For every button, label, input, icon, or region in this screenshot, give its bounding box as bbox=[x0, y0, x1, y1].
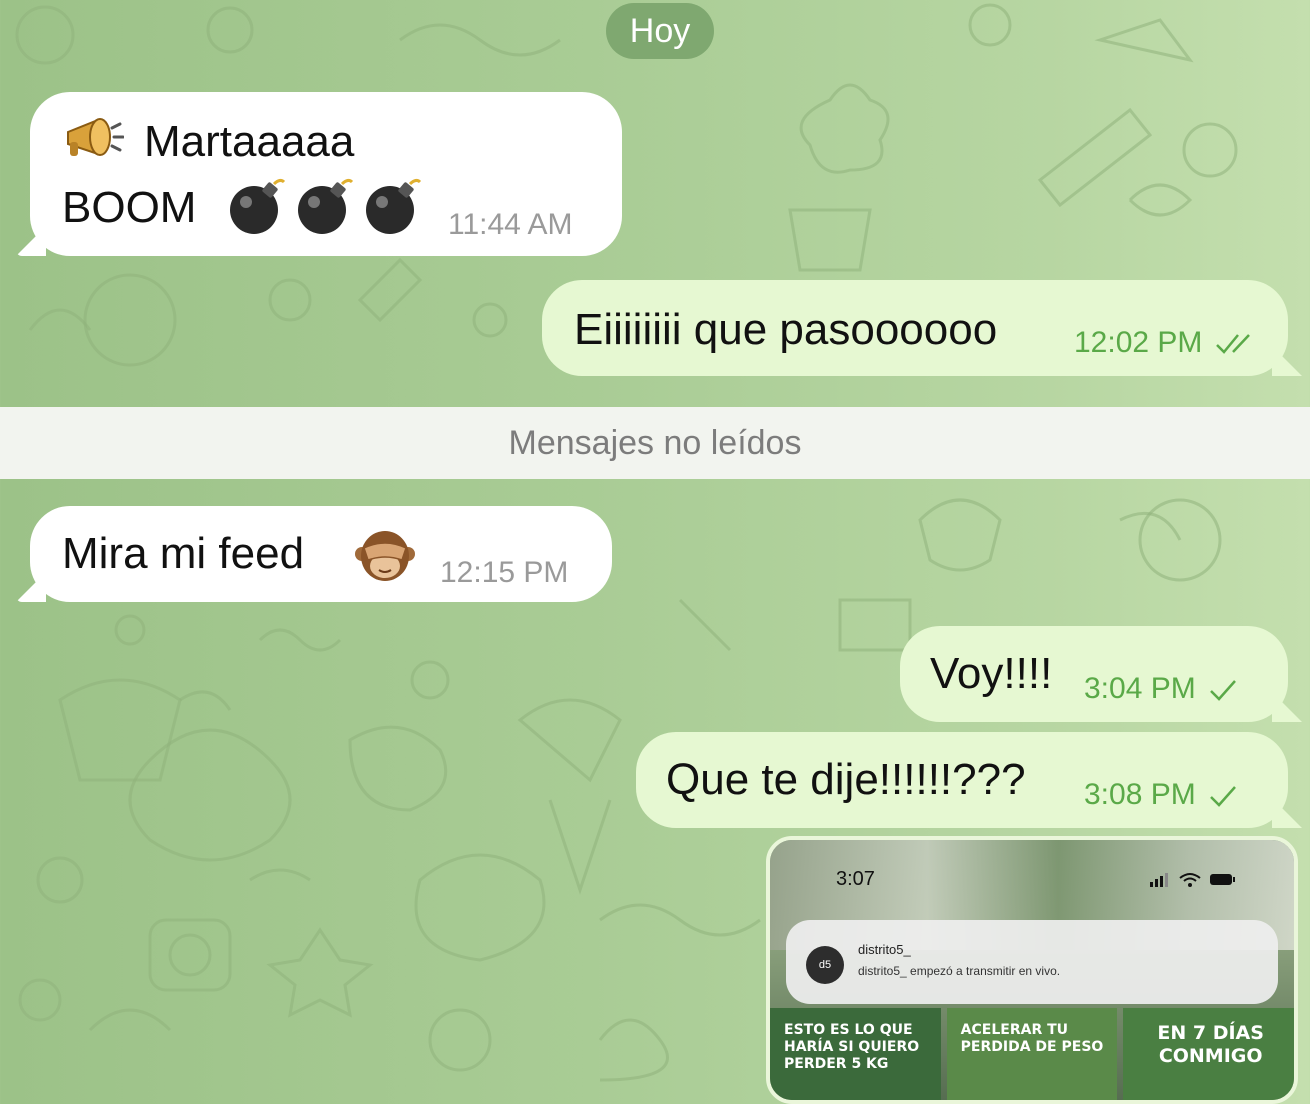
feed-tile: EN 7 DÍAS CONMIGO bbox=[1123, 1008, 1294, 1100]
signal-wifi-battery-icon bbox=[1150, 873, 1235, 887]
image-attachment[interactable]: 3:07 d5 distrito5_ distrito5_ empezó a t… bbox=[766, 836, 1298, 1104]
see-no-evil-monkey-icon bbox=[354, 526, 416, 589]
check-icon bbox=[1210, 786, 1237, 807]
message-bubble-outgoing[interactable]: Eiiiiiiii que pasoooooo 12:02 PM bbox=[542, 280, 1288, 376]
message-text: BOOM bbox=[62, 183, 197, 232]
message-bubble-outgoing[interactable]: Que te dije!!!!!!??? 3:08 PM bbox=[636, 732, 1288, 828]
message-bubble-incoming[interactable]: Mira mi feed 12:15 PM bbox=[30, 506, 612, 602]
message-text: Que te dije!!!!!!??? bbox=[666, 755, 1026, 804]
message-text: Mira mi feed bbox=[62, 529, 305, 578]
message-text: Eiiiiiiii que pasoooooo bbox=[574, 305, 998, 354]
message-text: Voy!!!! bbox=[930, 649, 1053, 698]
message-time-value: 3:04 PM bbox=[1084, 672, 1196, 705]
app-logo: d5 bbox=[806, 946, 844, 984]
message-bubble-outgoing[interactable]: Voy!!!! 3:04 PM bbox=[900, 626, 1288, 722]
status-bar-icons bbox=[1150, 870, 1236, 893]
check-icon bbox=[1210, 680, 1237, 701]
message-text: Martaaaaa bbox=[144, 117, 355, 166]
message-time: 3:04 PM bbox=[1084, 672, 1238, 706]
message-bubble-incoming[interactable]: Martaaaaa BOOM 11:44 AM bbox=[30, 92, 622, 256]
unread-messages-divider: Mensajes no leídos bbox=[0, 407, 1310, 479]
date-separator: Hoy bbox=[606, 3, 714, 59]
feed-tile: ESTO ES LO QUE HARÍA SI QUIERO PERDER 5 … bbox=[770, 1008, 941, 1100]
bomb-icon bbox=[226, 174, 288, 241]
status-bar-time: 3:07 bbox=[836, 868, 875, 890]
double-check-icon bbox=[1215, 334, 1250, 354]
bomb-icon bbox=[362, 174, 424, 241]
feed-tile: ACELERAR TU PERDIDA DE PESO bbox=[946, 1008, 1118, 1100]
feed-tiles: ESTO ES LO QUE HARÍA SI QUIERO PERDER 5 … bbox=[770, 1008, 1294, 1100]
message-time: 12:02 PM bbox=[1074, 326, 1259, 360]
megaphone-icon bbox=[62, 114, 125, 169]
notification-title: distrito5_ bbox=[858, 942, 911, 957]
message-time-value: 12:02 PM bbox=[1074, 326, 1203, 359]
message-time: 3:08 PM bbox=[1084, 778, 1238, 812]
message-time: 12:15 PM bbox=[440, 556, 569, 589]
message-time: 11:44 AM bbox=[448, 208, 573, 241]
message-time-value: 3:08 PM bbox=[1084, 778, 1196, 811]
notification-body: distrito5_ empezó a transmitir en vivo. bbox=[858, 964, 1061, 978]
bomb-icon bbox=[294, 174, 356, 241]
push-notification: d5 distrito5_ distrito5_ empezó a transm… bbox=[786, 920, 1278, 1004]
